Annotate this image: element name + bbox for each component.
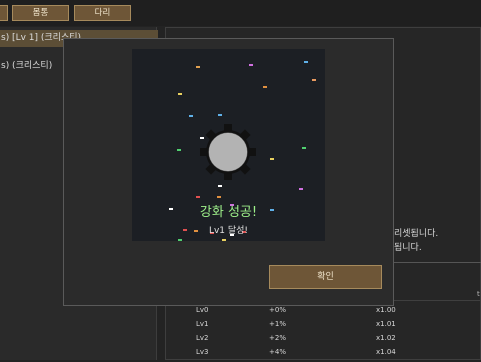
multiplier-cell: x1.00 <box>376 306 396 314</box>
confetti-spark <box>222 239 226 241</box>
tab-legs[interactable]: 다리 <box>74 5 131 21</box>
confetti-spark <box>304 61 308 63</box>
confirm-button[interactable]: 확인 <box>269 265 382 289</box>
level-cell: Lv3 <box>196 348 209 356</box>
bonus-cell: +0% <box>269 306 286 314</box>
success-title: 강화 성공! <box>199 205 258 220</box>
confetti-spark <box>249 64 253 66</box>
tab-previous[interactable] <box>0 5 8 21</box>
table-header-cell: t <box>477 290 480 298</box>
confetti-spark <box>299 188 303 190</box>
level-cell: Lv0 <box>196 306 209 314</box>
confetti-spark <box>189 115 193 117</box>
confetti-spark <box>178 93 182 95</box>
level-cell: Lv1 <box>196 320 209 328</box>
confetti-spark <box>218 114 222 116</box>
multiplier-cell: x1.02 <box>376 334 396 342</box>
confetti-spark <box>263 86 267 88</box>
confetti-spark <box>177 149 181 151</box>
level-cell: Lv2 <box>196 334 209 342</box>
confetti-spark <box>218 185 222 187</box>
effect-stage: 강화 성공! Lv1 달성! <box>132 49 325 241</box>
tab-body[interactable]: 몸통 <box>12 5 69 21</box>
gear-icon <box>200 124 256 180</box>
table-row: Lv1 +1% x1.01 <box>189 320 481 334</box>
bonus-cell: +4% <box>269 348 286 356</box>
multiplier-cell: x1.01 <box>376 320 396 328</box>
confetti-spark <box>302 147 306 149</box>
confetti-spark <box>196 196 200 198</box>
info-note: 리셋됩니다. <box>394 229 439 239</box>
info-note: 됩니다. <box>394 243 422 253</box>
multiplier-cell: x1.04 <box>376 348 396 356</box>
top-tab-bar: 몸통 다리 <box>0 0 481 26</box>
bonus-cell: +2% <box>269 334 286 342</box>
confetti-spark <box>217 196 221 198</box>
table-row: Lv0 +0% x1.00 <box>189 306 481 320</box>
bonus-cell: +1% <box>269 320 286 328</box>
confetti-spark <box>178 239 182 241</box>
table-row: Lv2 +2% x1.02 <box>189 334 481 348</box>
upgrade-result-dialog: 강화 성공! Lv1 달성! 확인 <box>63 38 394 306</box>
confetti-spark <box>312 79 316 81</box>
confetti-spark <box>196 66 200 68</box>
level-achieved-text: Lv1 달성! <box>208 226 249 236</box>
confetti-spark <box>270 158 274 160</box>
